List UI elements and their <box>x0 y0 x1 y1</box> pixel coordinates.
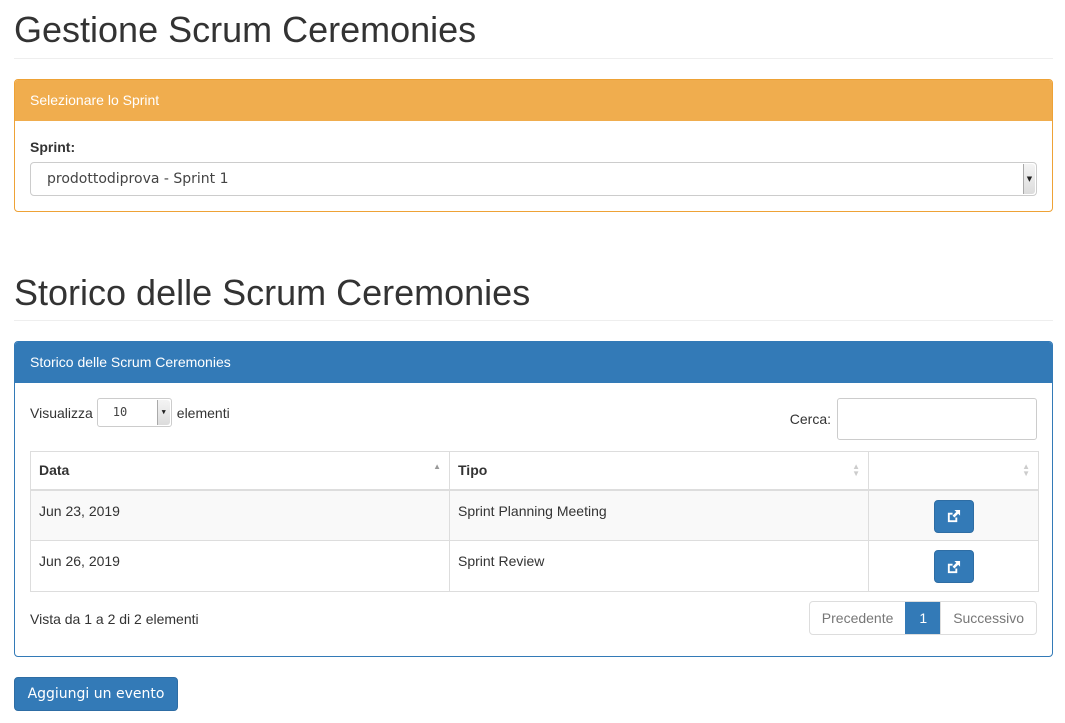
caret-down-icon[interactable]: ▼ <box>1023 164 1035 194</box>
search-control: Cerca: <box>790 398 1037 440</box>
cell-actions <box>868 540 1039 592</box>
sprint-panel: Selezionare lo Sprint Sprint: prodottodi… <box>14 79 1053 212</box>
history-header: Storico delle Scrum Ceremonies <box>14 275 1053 321</box>
cell-actions <box>868 489 1039 541</box>
table-header-row: Data ▲▼ Tipo ▲▼ ▲▼ <box>30 451 1039 491</box>
column-header-data[interactable]: Data ▲▼ <box>30 451 450 491</box>
length-select[interactable]: 10 ▼ <box>96 398 172 427</box>
table-row: Jun 23, 2019 Sprint Planning Meeting <box>30 489 1039 541</box>
pagination-previous[interactable]: Precedente <box>810 602 906 634</box>
search-label: Cerca: <box>789 411 831 427</box>
cell-tipo: Sprint Review <box>449 540 869 592</box>
open-ceremony-button[interactable] <box>933 550 974 583</box>
length-select-value: 10 <box>112 405 128 419</box>
caret-down-icon[interactable]: ▼ <box>156 400 170 425</box>
sort-icon: ▲ ▼ <box>1022 462 1030 478</box>
sprint-select-value: prodottodiprova - Sprint 1 <box>47 171 229 187</box>
sort-icon: ▲ ▼ <box>852 462 860 478</box>
column-header-label: Tipo <box>458 462 488 478</box>
cell-data: Jun 26, 2019 <box>30 540 450 592</box>
table-info: Vista da 1 a 2 di 2 elementi <box>30 611 199 627</box>
history-title: Storico delle Scrum Ceremonies <box>14 272 531 313</box>
search-input[interactable] <box>837 398 1037 440</box>
ceremonies-table: Data ▲▼ Tipo ▲▼ ▲▼ Jun 23, 2019 Sprint P… <box>30 451 1039 592</box>
page-title: Gestione Scrum Ceremonies <box>14 9 477 50</box>
table-row: Jun 26, 2019 Sprint Review <box>30 540 1039 592</box>
pagination: Precedente 1 Successivo <box>808 601 1037 635</box>
external-link-icon <box>947 560 961 573</box>
history-panel: Storico delle Scrum Ceremonies Visualizz… <box>14 341 1053 657</box>
external-link-icon <box>947 509 961 523</box>
length-prefix: Visualizza <box>30 404 93 421</box>
sprint-select[interactable]: prodottodiprova - Sprint 1 ▼ <box>30 162 1037 196</box>
add-event-button[interactable]: Aggiungi un evento <box>14 677 178 711</box>
length-suffix: elementi <box>176 404 230 421</box>
pagination-page[interactable]: 1 <box>905 602 941 634</box>
cell-data: Jun 23, 2019 <box>30 489 450 541</box>
length-control: Visualizza 10 ▼ elementi <box>30 398 230 427</box>
sprint-label: Sprint: <box>30 139 76 155</box>
column-header-tipo[interactable]: Tipo ▲ ▼ <box>449 451 869 491</box>
pagination-next[interactable]: Successivo <box>940 602 1036 634</box>
sort-ascending-icon: ▲▼ <box>433 462 441 471</box>
column-header-label: Data <box>39 462 70 478</box>
history-panel-heading: Storico delle Scrum Ceremonies <box>15 342 1052 383</box>
column-header-actions[interactable]: ▲ ▼ <box>868 451 1039 491</box>
page-header: Gestione Scrum Ceremonies <box>14 12 1053 59</box>
sprint-panel-heading: Selezionare lo Sprint <box>15 80 1052 121</box>
open-ceremony-button[interactable] <box>933 499 974 533</box>
cell-tipo: Sprint Planning Meeting <box>449 489 869 541</box>
